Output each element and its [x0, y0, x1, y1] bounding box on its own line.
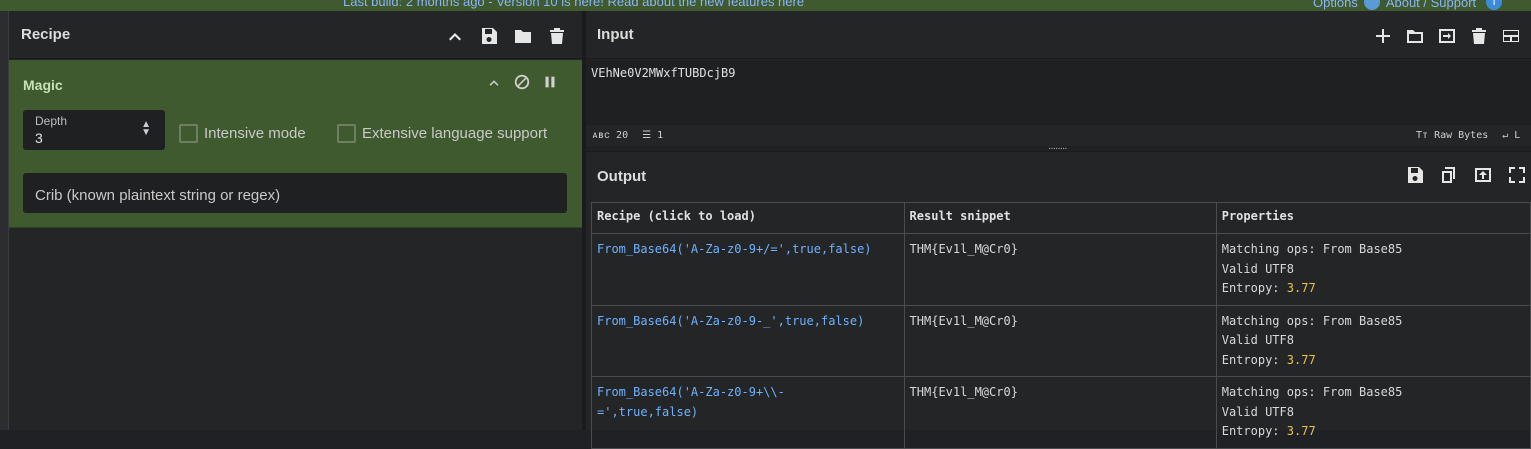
add-tab-icon[interactable] [1372, 25, 1394, 47]
version-banner[interactable]: Last build: 2 months ago - Version 10 is… [343, 0, 804, 9]
gear-icon[interactable] [1363, 0, 1380, 10]
input-panel: Input VEhNe0V2MWxfTUBDcjB9 ᴀʙᴄ 20 ☰ 1 Tт… [586, 11, 1531, 146]
depth-field[interactable]: Depth 3 ▲ ▼ [23, 110, 165, 150]
depth-label: Depth [35, 114, 68, 128]
table-row: From_Base64('A-Za-z0-9+/=',true,false) T… [591, 233, 1531, 306]
eol-selector-icon[interactable]: ↵ L [1502, 130, 1520, 141]
help-icon[interactable]: i [1486, 0, 1503, 10]
properties-cell: Matching ops: From Base85 Valid UTF8 Ent… [1215, 233, 1531, 306]
copy-output-icon[interactable] [1438, 164, 1460, 186]
pause-operation-icon[interactable] [541, 73, 559, 96]
clear-input-icon[interactable] [1468, 25, 1490, 47]
input-textarea[interactable]: VEhNe0V2MWxfTUBDcjB9 [586, 60, 1531, 125]
open-file-icon[interactable] [1404, 25, 1426, 47]
result-snippet: THM{Ev1l_M@Cr0} [903, 376, 1217, 449]
result-snippet: THM{Ev1l_M@Cr0} [903, 304, 1217, 377]
valid-utf8: Valid UTF8 [1221, 404, 1294, 419]
format-selector[interactable]: Tт Raw Bytes [1416, 130, 1488, 141]
collapse-operation-icon[interactable] [485, 73, 503, 96]
output-title: Output [597, 167, 647, 185]
valid-utf8: Valid UTF8 [1221, 333, 1294, 347]
top-banner: Last build: 2 months ago - Version 10 is… [0, 0, 1531, 11]
operation-title: Magic [23, 77, 63, 93]
properties-cell: Matching ops: From Base85 Valid UTF8 Ent… [1215, 304, 1531, 377]
recipe-link[interactable]: From_Base64('A-Za-z0-9+\\- =',true,false… [591, 376, 905, 449]
operations-panel-edge [0, 11, 9, 430]
magic-results-table: Recipe (click to load) Result snippet Pr… [591, 202, 1531, 449]
extensive-language-checkbox[interactable]: Extensive language support [337, 124, 547, 143]
entropy: Entropy: 3.77 [1221, 352, 1316, 367]
load-recipe-icon[interactable] [512, 25, 534, 47]
entropy: Entropy: 3.77 [1221, 281, 1316, 295]
entropy: Entropy: 3.77 [1221, 424, 1316, 438]
col-properties-header: Properties [1215, 202, 1531, 234]
extensive-language-label: Extensive language support [362, 125, 548, 142]
depth-stepper-icon[interactable]: ▲ ▼ [141, 120, 151, 138]
output-panel: Output Recipe (click to load) Result sni… [586, 151, 1531, 449]
save-output-icon[interactable] [1404, 164, 1426, 186]
recipe-link[interactable]: From_Base64('A-Za-z0-9+/=',true,false) [591, 233, 905, 306]
intensive-mode-label: Intensive mode [204, 125, 306, 142]
collapse-all-icon[interactable] [444, 25, 466, 47]
checkbox-box[interactable] [179, 124, 198, 143]
crib-placeholder: Crib (known plaintext string or regex) [35, 187, 281, 204]
disable-operation-icon[interactable] [513, 73, 531, 96]
intensive-mode-checkbox[interactable]: Intensive mode [179, 124, 306, 143]
length-indicator: ᴀʙᴄ 20 [592, 130, 629, 141]
lines-indicator: ☰ 1 [642, 130, 664, 141]
recipe-panel: Recipe Magic Depth 3 ▲ ▼ Intensive mode E… [9, 11, 582, 430]
magic-operation: Magic Depth 3 ▲ ▼ Intensive mode Extensiv… [9, 60, 582, 228]
open-folder-icon[interactable] [1436, 25, 1458, 47]
matching-ops: Matching ops: From Base85 [1221, 385, 1403, 399]
col-recipe-header: Recipe (click to load) [591, 202, 905, 234]
col-snippet-header: Result snippet [903, 202, 1217, 234]
about-support-link[interactable]: About / Support [1386, 0, 1476, 10]
replace-input-icon[interactable] [1472, 164, 1494, 186]
table-row: From_Base64('A-Za-z0-9+\\- =',true,false… [591, 376, 1531, 449]
crib-input[interactable]: Crib (known plaintext string or regex) [23, 173, 567, 213]
options-link[interactable]: Options [1313, 0, 1358, 10]
input-status-bar: ᴀʙᴄ 20 ☰ 1 Tт Raw Bytes ↵ L [586, 125, 1531, 145]
properties-cell: Matching ops: From Base85 Valid UTF8 Ent… [1215, 376, 1531, 449]
matching-ops: Matching ops: From Base85 [1221, 313, 1403, 328]
depth-value[interactable]: 3 [35, 130, 43, 146]
result-snippet: THM{Ev1l_M@Cr0} [903, 233, 1217, 306]
recipe-link[interactable]: From_Base64('A-Za-z0-9-_',true,false) [591, 304, 905, 377]
table-row: From_Base64('A-Za-z0-9-_',true,false) TH… [591, 304, 1531, 377]
clear-recipe-icon[interactable] [546, 25, 568, 47]
save-recipe-icon[interactable] [478, 25, 500, 47]
valid-utf8: Valid UTF8 [1221, 261, 1294, 276]
checkbox-box[interactable] [337, 124, 356, 143]
reset-layout-icon[interactable] [1500, 25, 1522, 47]
matching-ops: Matching ops: From Base85 [1221, 242, 1403, 256]
table-header-row: Recipe (click to load) Result snippet Pr… [591, 202, 1531, 234]
maximize-output-icon[interactable] [1506, 164, 1528, 186]
